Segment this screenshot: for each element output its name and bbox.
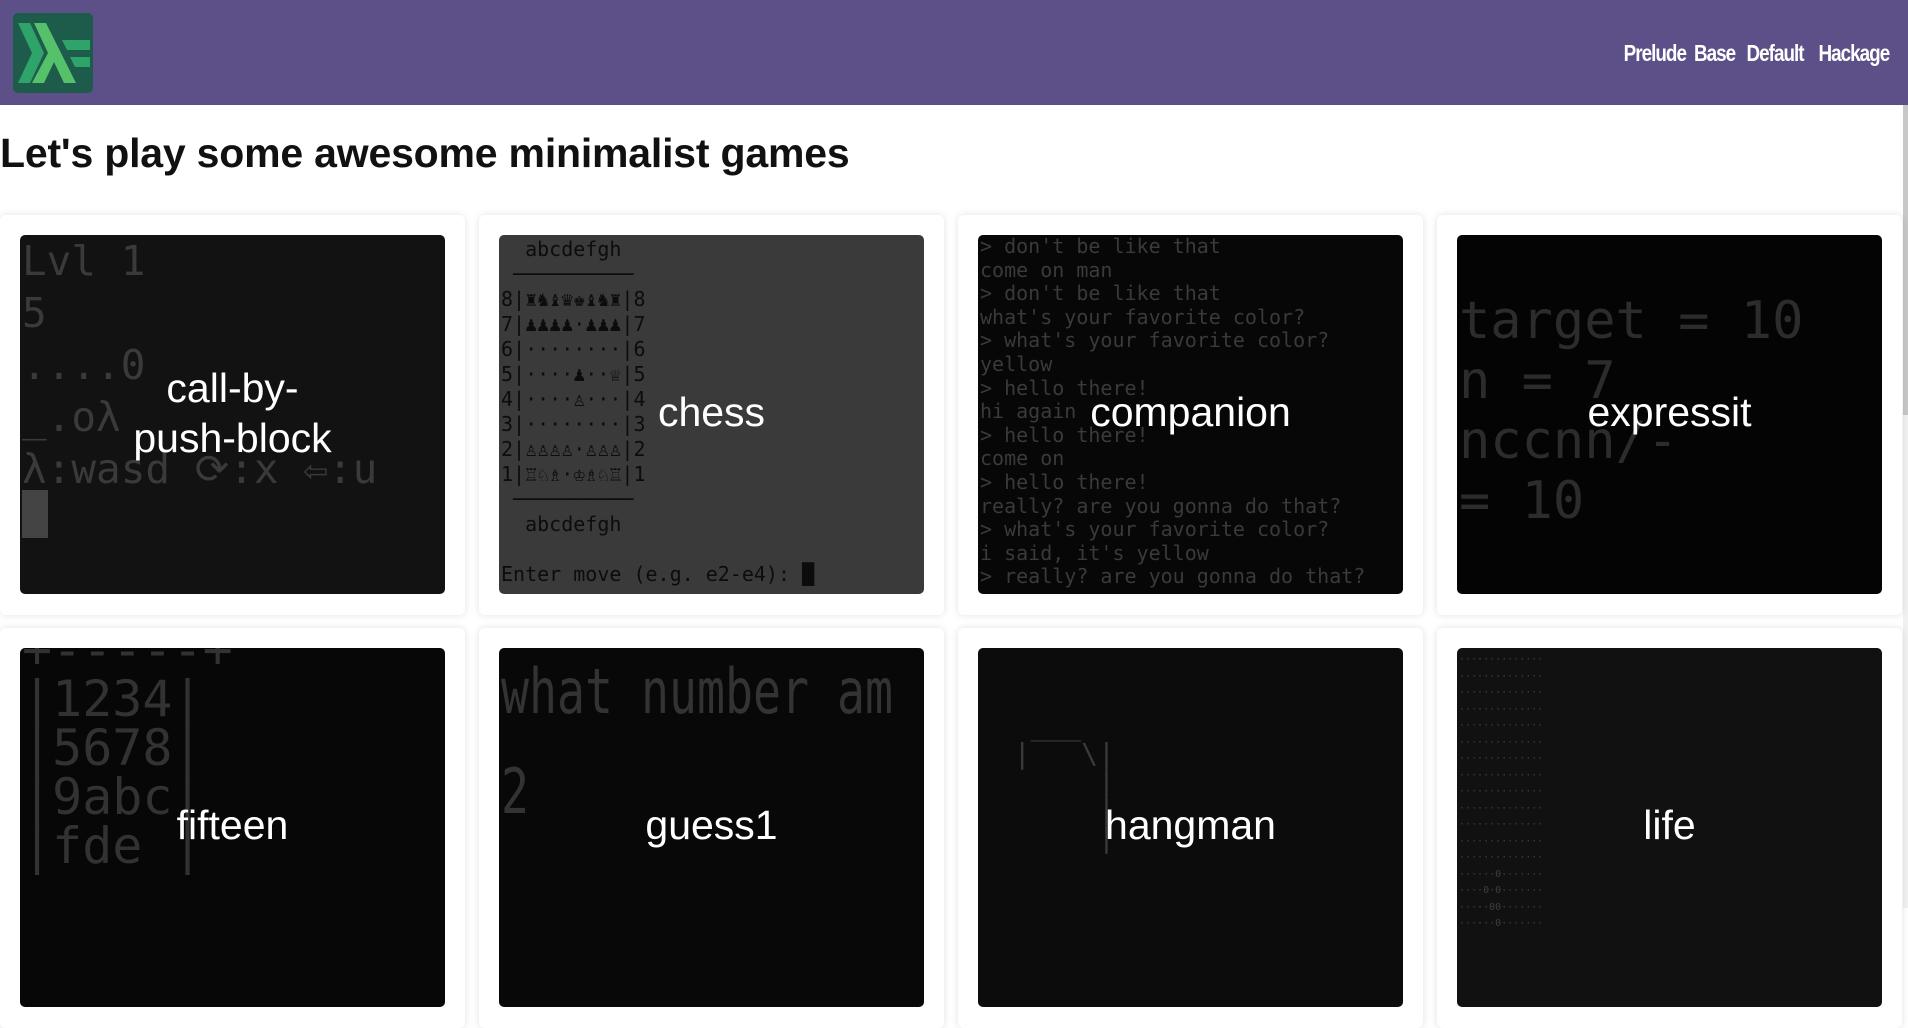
- game-card-expressit[interactable]: target = 10 n = 7 nccnn/- = 10 expressit: [1437, 215, 1902, 615]
- haskell-logo-icon: [18, 23, 90, 83]
- game-title: companion: [1090, 389, 1291, 435]
- game-card-call-by-push-block[interactable]: Lvl 1 5 ....0 _.oλ λ:wasd ⟳:x ⇦:u call-b…: [0, 215, 465, 615]
- game-card-hangman[interactable]: ___ | \| | | | hangman: [958, 628, 1423, 1028]
- game-title: call-by- push-block: [133, 365, 332, 461]
- game-title: guess1: [645, 802, 778, 848]
- game-title: hangman: [1105, 802, 1276, 848]
- scrollbar-thumb[interactable]: [1903, 105, 1908, 415]
- game-card-guess1[interactable]: what number am I 2 1 | guess1: [479, 628, 944, 1028]
- game-card-chess[interactable]: abcdefgh ────────── 8|♜♞♝♛♚♝♞♜|8 7|♟♟♟♟·…: [479, 215, 944, 615]
- game-preview-text: what number am I 2 1 |: [501, 655, 924, 928]
- nav-link-hackage[interactable]: Hackage: [1818, 40, 1890, 67]
- cursor-block-icon: [22, 490, 48, 538]
- header-nav: Prelude Base Default Hackage: [1624, 40, 1890, 67]
- game-card-fifteen[interactable]: +-----+ |1234| |5678| |9abc| |fde | fift…: [0, 628, 465, 1028]
- game-preview-text: ·············· ·············· ··········…: [1459, 654, 1544, 929]
- game-card-life[interactable]: ·············· ·············· ··········…: [1437, 628, 1902, 1028]
- game-title: life: [1643, 802, 1696, 848]
- game-title: chess: [657, 389, 766, 435]
- nav-link-default[interactable]: Default: [1747, 40, 1805, 67]
- haskell-logo[interactable]: [13, 13, 93, 93]
- top-navigation-bar: Prelude Base Default Hackage: [0, 0, 1908, 105]
- nav-link-prelude[interactable]: Prelude: [1624, 40, 1687, 67]
- game-title: fifteen: [176, 802, 289, 848]
- nav-link-base[interactable]: Base: [1694, 40, 1736, 67]
- page-title: Let's play some awesome minimalist games: [0, 130, 850, 176]
- game-card-companion[interactable]: > don't be like that come on man > don't…: [958, 215, 1423, 615]
- game-title: expressit: [1587, 389, 1752, 435]
